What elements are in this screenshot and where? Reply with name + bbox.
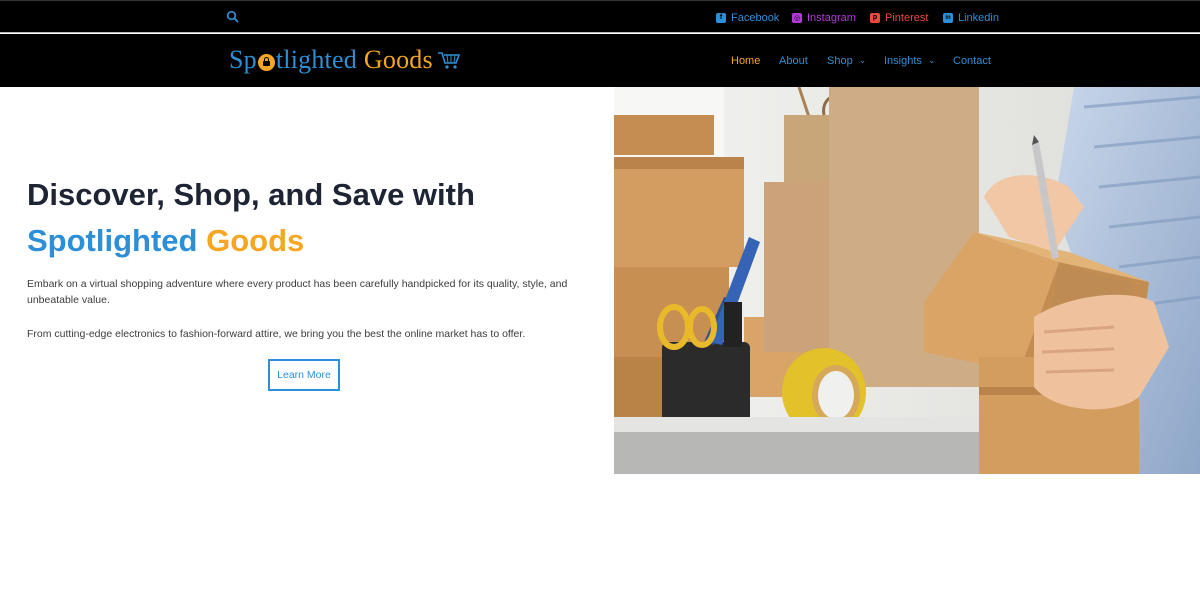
hero-heading-brand-orange: Goods: [206, 223, 305, 258]
hero-heading: Discover, Shop, and Save with Spotlighte…: [27, 172, 587, 264]
linkedin-label: Linkedin: [958, 11, 999, 24]
nav-contact-label: Contact: [953, 54, 991, 67]
learn-more-button[interactable]: Learn More: [268, 359, 340, 391]
logo-text-start: Sp: [229, 45, 257, 74]
site-logo[interactable]: Sp tlighted Goods: [229, 44, 461, 76]
facebook-icon: f: [716, 12, 726, 23]
nav-contact[interactable]: Contact: [953, 34, 991, 87]
chevron-down-icon: ⌄: [858, 55, 867, 65]
logo-text-middle: tlighted: [275, 45, 357, 74]
nav-shop[interactable]: Shop ⌄: [827, 34, 866, 87]
top-bar: f Facebook ◎ Instagram p Pinterest in Li…: [0, 0, 1200, 33]
chevron-down-icon: ⌄: [927, 55, 936, 65]
nav-shop-label: Shop: [827, 54, 853, 67]
hero-image: [614, 87, 1200, 474]
linkedin-icon: in: [943, 12, 953, 23]
instagram-icon: ◎: [792, 12, 802, 23]
facebook-label: Facebook: [731, 11, 780, 24]
facebook-link[interactable]: f Facebook: [716, 1, 779, 34]
pinterest-link[interactable]: p Pinterest: [870, 1, 928, 34]
hero-heading-line1: Discover, Shop, and Save with: [27, 177, 475, 212]
nav-about[interactable]: About: [779, 34, 808, 87]
nav-home[interactable]: Home: [731, 34, 760, 87]
nav-insights-label: Insights: [884, 54, 922, 67]
lock-icon: [257, 53, 275, 71]
cart-icon: [437, 52, 460, 69]
hero-paragraph-2: From cutting-edge electronics to fashion…: [27, 328, 526, 340]
nav-insights[interactable]: Insights ⌄: [884, 34, 935, 87]
pinterest-label: Pinterest: [885, 11, 929, 24]
nav-about-label: About: [779, 54, 808, 67]
pinterest-icon: p: [870, 12, 880, 23]
hero-paragraph-1: Embark on a virtual shopping adventure w…: [27, 278, 568, 306]
logo-text-goods: Goods: [363, 45, 433, 74]
instagram-link[interactable]: ◎ Instagram: [792, 1, 856, 34]
search-icon[interactable]: [226, 10, 240, 24]
main-header: Sp tlighted Goods Home About Shop ⌄ Insi…: [0, 34, 1200, 87]
linkedin-link[interactable]: in Linkedin: [943, 1, 999, 34]
hero-heading-brand-blue: Spotlighted: [27, 223, 198, 258]
nav-home-label: Home: [731, 54, 761, 67]
instagram-label: Instagram: [807, 11, 856, 24]
